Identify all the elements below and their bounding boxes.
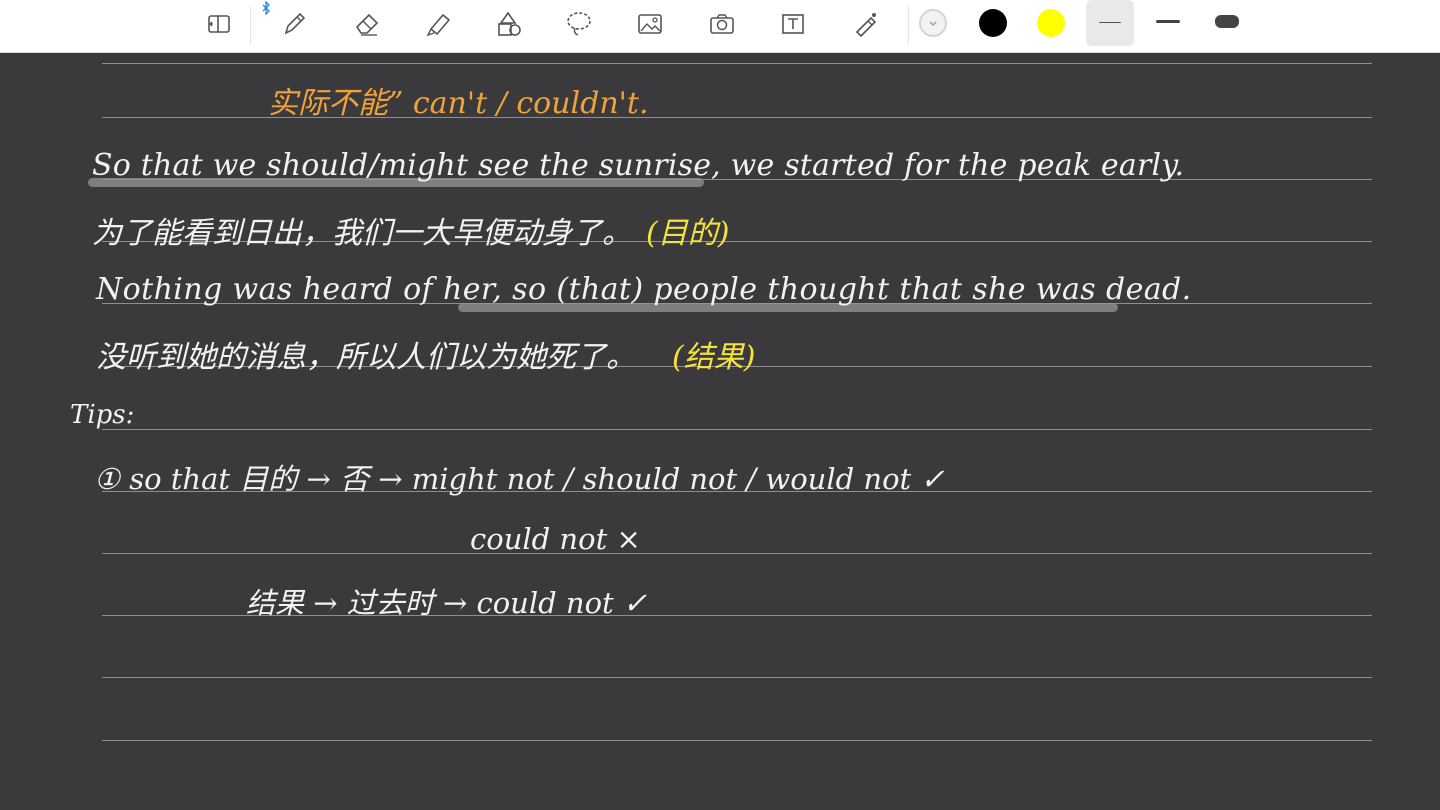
chevron-down-icon	[929, 21, 937, 26]
note-tips-heading: Tips:	[70, 400, 135, 430]
note-tip-1b: could not ×	[470, 522, 641, 556]
note-line-3: Nothing was heard of her, so (that) peop…	[96, 272, 1192, 307]
ruled-line	[102, 677, 1372, 678]
note-line-4-tag: (结果)	[672, 340, 756, 375]
shapes-icon[interactable]	[486, 4, 530, 44]
ruled-line	[102, 63, 1372, 64]
note-tip-1: ① so that 目的 → 否 → might not / should no…	[94, 462, 945, 496]
eraser-icon[interactable]	[344, 4, 388, 44]
ruled-line	[102, 553, 1372, 554]
stroke-medium-icon[interactable]	[1156, 20, 1180, 23]
bluetooth-icon	[262, 1, 270, 15]
page-layout-icon[interactable]	[196, 4, 240, 44]
camera-icon[interactable]	[700, 4, 744, 44]
toolbar-divider	[908, 6, 909, 44]
color-swatch-white[interactable]	[919, 9, 947, 37]
color-swatch-black[interactable]	[979, 9, 1007, 37]
stroke-thin-icon	[1099, 22, 1121, 23]
image-icon[interactable]	[628, 4, 672, 44]
ruled-line	[102, 740, 1372, 741]
ruled-line	[102, 429, 1372, 430]
note-line-2-chinese: 为了能看到日出，我们一大早便动身了。	[92, 216, 632, 251]
highlighter-icon[interactable]	[416, 4, 460, 44]
note-tip-2: 结果 → 过去时 → could not ✓	[246, 586, 648, 620]
pen-icon[interactable]	[272, 4, 316, 44]
toolbar	[0, 0, 1440, 53]
stroke-thin-selected[interactable]	[1086, 0, 1134, 46]
note-line-1: So that we should/might see the sunrise,…	[92, 148, 1185, 183]
note-line-2-tag: (目的)	[646, 216, 730, 251]
note-orange-top: 实际不能” can't / couldn't.	[268, 86, 649, 121]
color-swatch-yellow[interactable]	[1037, 9, 1065, 37]
text-box-icon[interactable]	[771, 4, 815, 44]
stroke-thick-icon[interactable]	[1215, 15, 1239, 28]
laser-pointer-icon[interactable]	[843, 4, 887, 44]
toolbar-divider	[250, 6, 251, 44]
lasso-icon[interactable]	[557, 4, 601, 44]
note-line-4-chinese: 没听到她的消息，所以人们以为她死了。	[96, 340, 636, 375]
